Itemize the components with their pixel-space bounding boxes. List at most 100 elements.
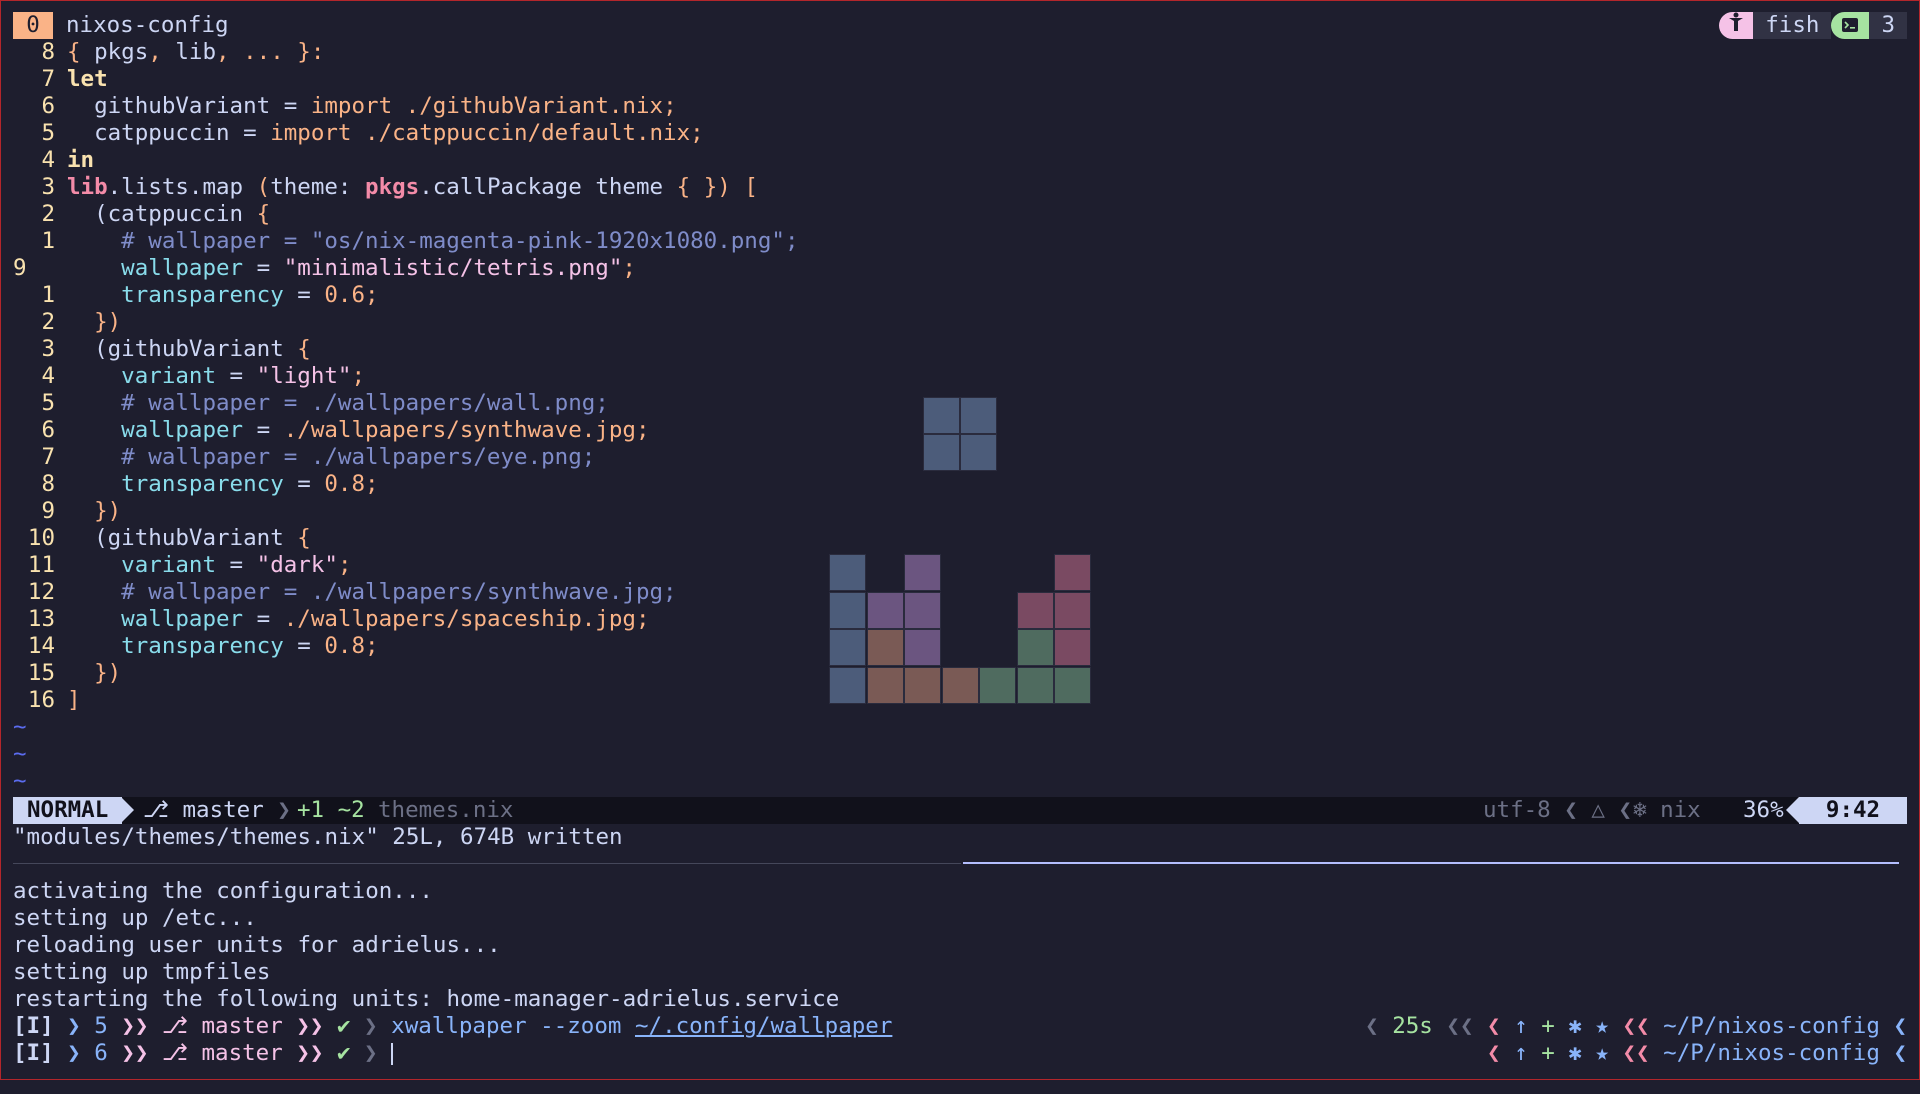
code-line[interactable]: 6 wallpaper = ./wallpapers/synthwave.jpg… (13, 417, 1907, 444)
current-directory: ~/P/nixos-config (1663, 1013, 1880, 1039)
prompt-separator: ❮ (1879, 1013, 1907, 1039)
line-number: 5 (41, 120, 55, 146)
code-token: 0.8 (324, 471, 366, 497)
code-text: lib.lists.map (theme: pkgs.callPackage t… (55, 174, 758, 201)
code-line[interactable]: 13 wallpaper = ./wallpapers/spaceship.jp… (13, 606, 1907, 633)
code-line[interactable]: 2 (catppuccin { (13, 201, 1907, 228)
code-token: , ... }: (216, 39, 325, 65)
shell-prompt[interactable]: [I] ❯ 6 ❯❯ ⎇ master ❯❯ ✔ ❯ (13, 1040, 394, 1067)
code-line[interactable]: 16] (13, 687, 1907, 714)
line-number: 2 (41, 201, 55, 227)
code-line[interactable]: 10 (githubVariant { (13, 525, 1907, 552)
code-token: # wallpaper = "os/nix-magenta-pink-1920x… (67, 228, 799, 254)
code-line[interactable]: 4 in (13, 147, 1907, 174)
code-text: wallpaper = ./wallpapers/spaceship.jpg; (55, 606, 649, 633)
code-text: # wallpaper = "os/nix-magenta-pink-1920x… (55, 228, 799, 255)
session-status: fish 3 (1719, 12, 1907, 39)
code-line[interactable]: 5 # wallpaper = ./wallpapers/wall.png; (13, 390, 1907, 417)
code-line[interactable]: 15 }) (13, 660, 1907, 687)
code-token: = (243, 255, 284, 281)
code-line[interactable]: 1 transparency = 0.6; (13, 282, 1907, 309)
code-token: ; (365, 633, 379, 659)
command-number: 6 (94, 1040, 108, 1066)
terminal-icon (1831, 12, 1870, 39)
code-token: wallpaper (67, 255, 244, 281)
code-token: wallpaper (67, 606, 244, 632)
code-line[interactable]: 3 (githubVariant { (13, 336, 1907, 363)
code-text: in (55, 147, 94, 174)
code-line[interactable]: 9 }) (13, 498, 1907, 525)
command-number: 5 (94, 1013, 108, 1039)
line-number: 3 (41, 336, 55, 362)
file-type: ❄ nix (1633, 797, 1701, 824)
code-line[interactable]: 6 githubVariant = import ./githubVariant… (13, 93, 1907, 120)
code-line[interactable]: 8 transparency = 0.8; (13, 471, 1907, 498)
code-line[interactable]: 1 # wallpaper = "os/nix-magenta-pink-192… (13, 228, 1907, 255)
code-token: (githubVariant (67, 336, 298, 362)
empty-line-marker: ~ (13, 714, 27, 740)
code-line[interactable]: 9 wallpaper = "minimalistic/tetris.png"; (13, 255, 1907, 282)
tab-number[interactable]: 0 (13, 12, 53, 39)
code-token: import (270, 120, 352, 146)
code-token: lib (67, 174, 108, 200)
code-token: githubVariant = (67, 93, 311, 119)
code-text: variant = "dark"; (55, 552, 351, 579)
code-line[interactable]: 14 transparency = 0.8; (13, 633, 1907, 660)
prompt-separator: ❯❯ (282, 1040, 337, 1066)
linux-icon: △ (1591, 797, 1605, 823)
shell-prompt[interactable]: [I] ❯ 5 ❯❯ ⎇ master ❯❯ ✔ ❯ xwallpaper --… (13, 1013, 892, 1040)
code-token: transparency (67, 471, 284, 497)
shell-name: fish (1753, 12, 1832, 39)
line-number: 6 (41, 417, 55, 443)
file-name: themes.nix (378, 797, 514, 823)
code-text: ] (55, 687, 81, 714)
filetype-label: nix (1660, 797, 1701, 823)
code-token: catppuccin = (67, 120, 271, 146)
code-token: = (283, 282, 325, 308)
git-stash-icon: ★ (1595, 1013, 1623, 1039)
git-added-icon: + (1541, 1013, 1569, 1039)
code-text: # wallpaper = ./wallpapers/eye.png; (55, 444, 595, 471)
line-number: 8 (41, 39, 55, 65)
code-token: ; (351, 363, 366, 389)
code-text: catppuccin = import ./catppuccin/default… (55, 120, 704, 147)
code-line[interactable]: 5 catppuccin = import ./catppuccin/defau… (13, 120, 1907, 147)
line-number: 7 (41, 66, 55, 92)
prompt-separator: ❮❮ (1622, 1013, 1664, 1039)
code-text: wallpaper = "minimalistic/tetris.png"; (55, 255, 636, 282)
command-line-message: "modules/themes/themes.nix" 25L, 674B wr… (13, 824, 623, 850)
prompt-separator: ❯ (350, 1013, 392, 1039)
line-number: 4 (41, 147, 55, 173)
command-flag: --zoom (540, 1013, 622, 1039)
git-diff-summary: +1 ~2 (297, 797, 365, 823)
code-text: (catppuccin { (55, 201, 270, 228)
code-line[interactable]: 12 # wallpaper = ./wallpapers/synthwave.… (13, 579, 1907, 606)
nix-snowflake-icon: ❄ (1633, 797, 1661, 823)
terminal-output-line: reloading user units for adrielus... (13, 932, 501, 958)
code-line[interactable]: 11 variant = "dark"; (13, 552, 1907, 579)
current-directory: ~/P/nixos-config (1663, 1040, 1880, 1066)
position-separator (1786, 797, 1799, 823)
line-number: 10 (27, 525, 55, 551)
code-line[interactable]: 4 variant = "light"; (13, 363, 1907, 390)
code-line[interactable]: 7 let (13, 66, 1907, 93)
code-text: wallpaper = ./wallpapers/synthwave.jpg; (55, 417, 650, 444)
empty-line-marker: ~ (13, 741, 27, 767)
command-space (527, 1013, 541, 1039)
git-branch: ⎇ master ❯ (143, 797, 291, 823)
code-text: (githubVariant { (55, 525, 311, 552)
branch-name: master (201, 1013, 283, 1039)
code-line[interactable]: 8{ pkgs, lib, ... }: (13, 39, 1907, 66)
code-token: ./githubVariant.nix (392, 93, 664, 119)
code-line[interactable]: 7 # wallpaper = ./wallpapers/eye.png; (13, 444, 1907, 471)
right-prompt: ❮ ↑ + ✱ ★ ❮❮ ~/P/nixos-config ❮ (1487, 1040, 1907, 1067)
code-token: ; (635, 417, 650, 443)
code-line[interactable]: 3 lib.lists.map (theme: pkgs.callPackage … (13, 174, 1907, 201)
text-cursor (391, 1042, 394, 1065)
code-token: [ (730, 174, 758, 200)
branch-name: master (201, 1040, 283, 1066)
code-token: import (310, 93, 393, 119)
code-token: catppuccin (107, 201, 257, 227)
code-token: # wallpaper = ./wallpapers/wall.png; (67, 390, 609, 416)
code-line[interactable]: 2 }) (13, 309, 1907, 336)
